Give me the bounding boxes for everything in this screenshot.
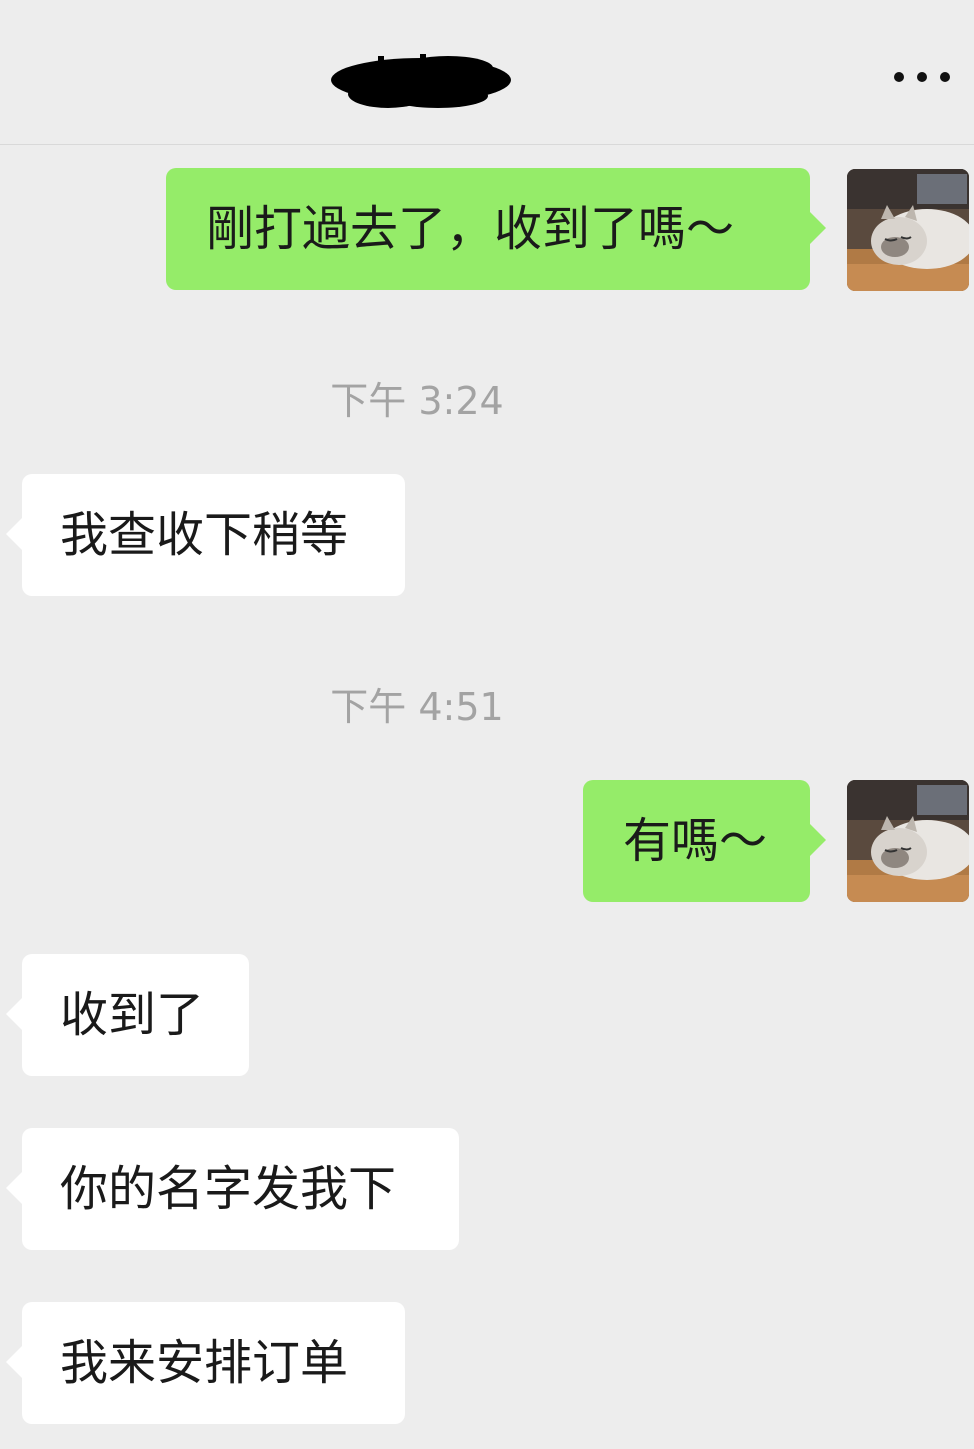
message-timestamp: 下午 3:24 (330, 379, 504, 423)
message-text: 有嗎～ (623, 813, 768, 869)
dot (940, 72, 950, 82)
message-text: 我来安排订单 (60, 1335, 349, 1391)
cat-avatar[interactable] (847, 780, 969, 902)
incoming-message-bubble[interactable]: 我来安排订单 (6, 1302, 405, 1424)
message-timestamp: 下午 4:51 (330, 685, 504, 729)
incoming-message-bubble[interactable]: 收到了 (6, 954, 249, 1076)
dot (917, 72, 927, 82)
message-text: 收到了 (60, 987, 205, 1043)
redacted-chat-title (328, 50, 514, 112)
dot (894, 72, 904, 82)
outgoing-message-bubble[interactable]: 有嗎～ (583, 780, 826, 902)
message-text: 我查收下稍等 (60, 507, 349, 563)
message-text: 剛打過去了，收到了嗎～ (206, 201, 735, 257)
chat-header (0, 0, 974, 145)
cat-avatar[interactable] (847, 169, 969, 291)
outgoing-message-bubble[interactable]: 剛打過去了，收到了嗎～ (166, 168, 826, 290)
incoming-message-bubble[interactable]: 你的名字发我下 (6, 1128, 459, 1250)
message-text: 你的名字发我下 (60, 1161, 397, 1217)
incoming-message-bubble[interactable]: 我查收下稍等 (6, 474, 405, 596)
more-dots-icon[interactable] (894, 60, 950, 94)
